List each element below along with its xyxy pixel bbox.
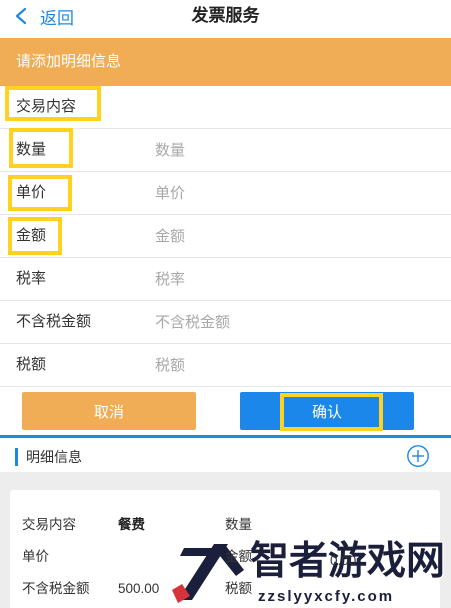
details-section-header: 明细信息 bbox=[0, 438, 451, 472]
quantity-input[interactable] bbox=[155, 137, 425, 163]
detail-value: 餐费 bbox=[118, 517, 145, 532]
details-title: 明细信息 bbox=[26, 449, 82, 465]
table-row: 交易内容 餐费 数量 bbox=[10, 509, 440, 541]
field-label: 税额 bbox=[16, 356, 47, 373]
field-amount-excl-tax[interactable]: 不含税金额 bbox=[0, 301, 451, 344]
detail-card: 交易内容 餐费 数量 单价 金额 0.00 不含税金额 500.00 税额 bbox=[10, 490, 440, 608]
unit-price-input[interactable] bbox=[155, 180, 425, 206]
field-quantity[interactable]: 数量 bbox=[0, 129, 451, 172]
detail-label: 金额 bbox=[225, 549, 252, 564]
app-header: 返回 发票服务 bbox=[0, 0, 451, 34]
field-tax-rate[interactable]: 税率 bbox=[0, 258, 451, 301]
cancel-button[interactable]: 取消 bbox=[22, 392, 196, 430]
amount-excl-tax-input[interactable] bbox=[155, 309, 425, 335]
back-button[interactable]: 返回 bbox=[14, 3, 74, 29]
page-title: 发票服务 bbox=[191, 6, 260, 25]
tax-rate-input[interactable] bbox=[155, 266, 425, 292]
section-accent-bar bbox=[15, 448, 18, 466]
field-amount[interactable]: 金额 bbox=[0, 215, 451, 258]
field-label: 交易内容 bbox=[16, 98, 77, 115]
field-label: 不含税金额 bbox=[16, 313, 92, 330]
field-tax-amount[interactable]: 税额 bbox=[0, 344, 451, 387]
detail-value: 500.00 bbox=[118, 581, 160, 596]
field-label: 数量 bbox=[16, 141, 47, 158]
plus-circle-icon[interactable] bbox=[406, 444, 430, 468]
back-label: 返回 bbox=[40, 8, 74, 28]
table-row: 单价 金额 0.00 bbox=[10, 541, 440, 573]
form-banner: 请添加明细信息 bbox=[0, 38, 451, 86]
detail-value: 0.00 bbox=[330, 553, 357, 568]
trade-content-input[interactable] bbox=[155, 94, 425, 120]
detail-label: 交易内容 bbox=[22, 517, 76, 532]
field-trade-content[interactable]: 交易内容 bbox=[0, 86, 451, 129]
field-unit-price[interactable]: 单价 bbox=[0, 172, 451, 215]
detail-label: 不含税金额 bbox=[22, 581, 90, 596]
detail-label: 数量 bbox=[225, 517, 252, 532]
amount-input[interactable] bbox=[155, 223, 425, 249]
field-label: 单价 bbox=[16, 184, 47, 201]
tax-amount-input[interactable] bbox=[155, 352, 425, 378]
field-label: 金额 bbox=[16, 227, 47, 244]
table-row: 不含税金额 500.00 税额 bbox=[10, 573, 440, 605]
confirm-button[interactable]: 确认 bbox=[240, 392, 414, 430]
chevron-left-icon bbox=[14, 7, 28, 25]
detail-label: 单价 bbox=[22, 549, 49, 564]
detail-label: 税额 bbox=[225, 581, 252, 596]
field-label: 税率 bbox=[16, 270, 47, 287]
